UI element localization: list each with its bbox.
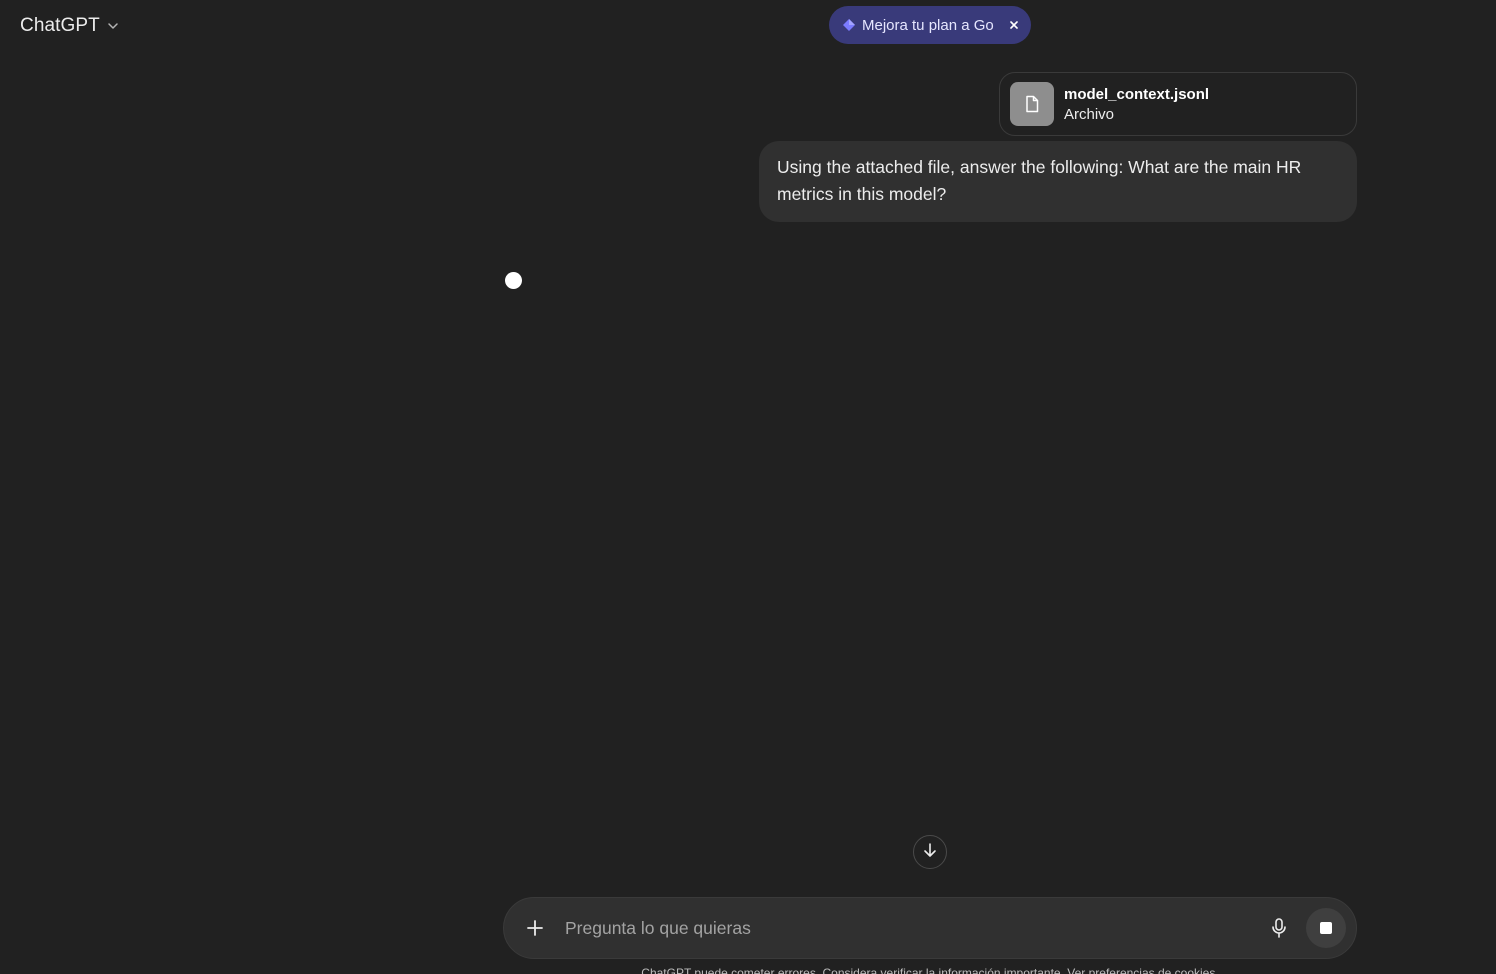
attachment-meta: model_context.jsonl Archivo [1064, 86, 1209, 123]
upgrade-plan-banner[interactable]: Mejora tu plan a Go [829, 6, 1031, 44]
attachment-file-type: Archivo [1064, 105, 1115, 123]
model-switcher[interactable]: ChatGPT [12, 10, 128, 42]
assistant-thinking-indicator [505, 272, 522, 289]
plus-icon[interactable] [522, 915, 548, 941]
message-input[interactable] [563, 916, 1264, 940]
attachment-card[interactable]: model_context.jsonl Archivo [999, 72, 1357, 136]
close-icon[interactable] [1007, 18, 1021, 32]
stop-button[interactable] [1306, 908, 1346, 948]
diamond-icon [842, 18, 856, 32]
stop-icon [1320, 922, 1332, 934]
user-message: Using the attached file, answer the foll… [759, 141, 1357, 222]
disclaimer-text: ChatGPT puede cometer errores. Considera… [641, 966, 1219, 974]
attachment-file-name: model_context.jsonl [1064, 85, 1210, 103]
composer [503, 897, 1357, 959]
chevron-down-icon [106, 19, 120, 33]
document-icon [1010, 82, 1054, 126]
scroll-to-bottom-button[interactable] [913, 835, 947, 869]
chat-app: ChatGPT Mejora tu plan a Go model_contex… [0, 0, 1496, 974]
arrow-down-icon [921, 841, 939, 864]
microphone-icon[interactable] [1264, 913, 1294, 943]
model-name: ChatGPT [20, 15, 100, 36]
upgrade-label: Mejora tu plan a Go [862, 16, 994, 34]
